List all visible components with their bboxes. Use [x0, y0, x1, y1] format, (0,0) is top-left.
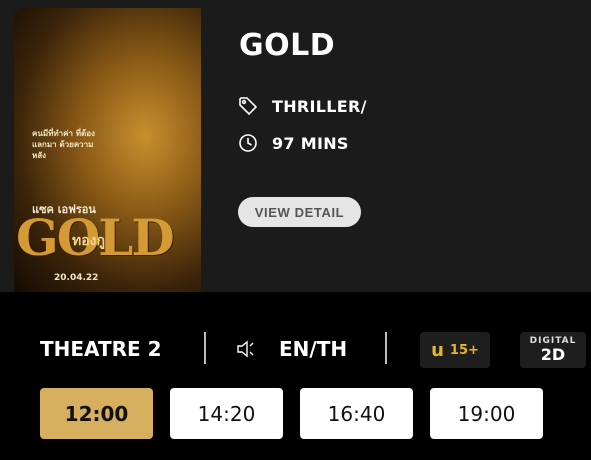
showtime-button[interactable]: 12:00 [40, 388, 153, 439]
duration-row: 97 MINS [238, 133, 349, 153]
tag-icon [238, 96, 258, 116]
showtime-button[interactable]: 19:00 [430, 388, 543, 439]
movie-poster[interactable]: คนมีที่ทำค่า ที่ต้องแลกมา ด้วยความหลัง แ… [14, 8, 201, 292]
duration-label: 97 MINS [272, 133, 349, 153]
poster-logo-thai: ทองกู [72, 233, 105, 249]
genre-row: THRILLER/ [238, 96, 367, 116]
showtime-button[interactable]: 14:20 [170, 388, 283, 439]
format-2d-label: 2D [540, 345, 566, 364]
rating-letter: u [431, 339, 444, 361]
divider [204, 332, 206, 364]
divider [385, 332, 387, 364]
movie-title: GOLD [239, 28, 336, 63]
theatre-label: THEATRE 2 [40, 337, 162, 361]
movie-card: คนมีที่ทำค่า ที่ต้องแลกมา ด้วยความหลัง แ… [0, 0, 591, 292]
showtime-list: 12:00 14:20 16:40 19:00 [40, 388, 543, 439]
clock-icon [238, 133, 258, 153]
poster-tagline: คนมีที่ทำค่า ที่ต้องแลกมา ด้วยความหลัง [32, 129, 95, 160]
rating-age: 15+ [449, 342, 479, 358]
age-rating-badge: u 15+ [420, 332, 490, 368]
format-badge: DIGITAL 2D [520, 332, 586, 368]
speaker-icon [236, 340, 256, 362]
session-info-bar: THEATRE 2 EN/TH u 15+ DIGITAL 2D [0, 326, 591, 372]
view-detail-button[interactable]: VIEW DETAIL [238, 197, 361, 227]
poster-release-date: 20.04.22 [54, 273, 99, 283]
genre-label: THRILLER/ [272, 96, 367, 116]
showtime-button[interactable]: 16:40 [300, 388, 413, 439]
language-label: EN/TH [279, 337, 348, 361]
